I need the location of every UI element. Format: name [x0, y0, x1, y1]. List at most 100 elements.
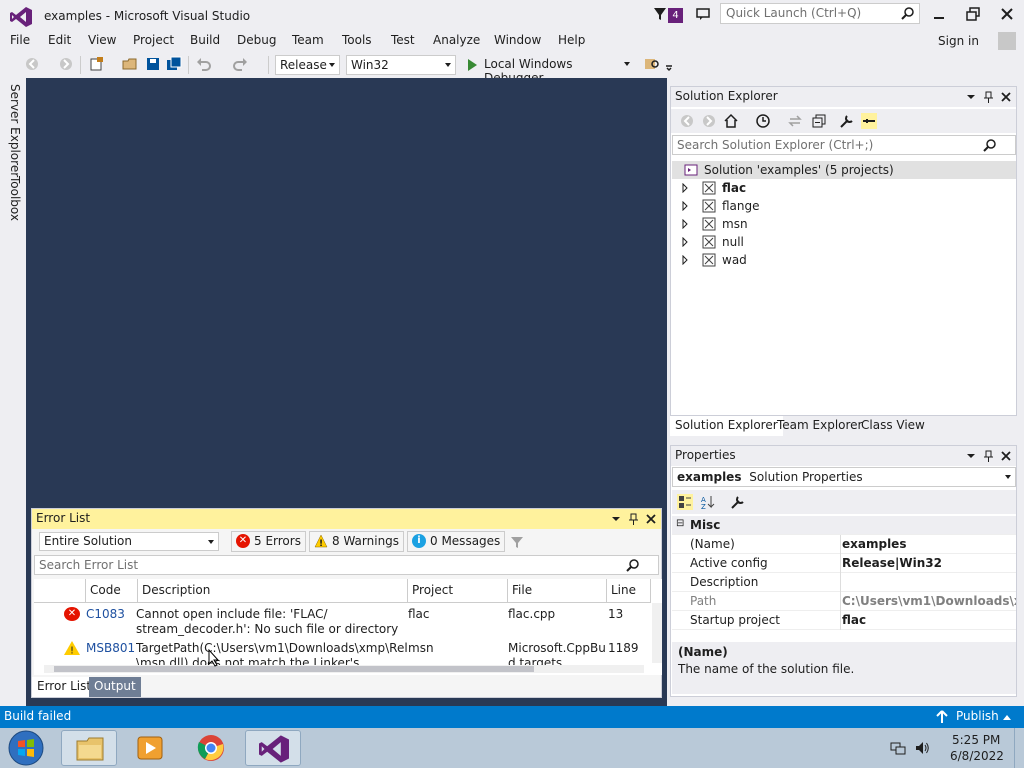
property-value[interactable]: flac — [842, 613, 1016, 627]
sign-in-link[interactable]: Sign in — [938, 34, 979, 48]
tab-error-list[interactable]: Error List — [32, 677, 97, 697]
tab-solution-explorer[interactable]: Solution Explorer — [670, 416, 783, 436]
menu-test[interactable]: Test — [391, 33, 415, 47]
redo-icon[interactable] — [232, 56, 248, 72]
open-file-icon[interactable] — [122, 56, 138, 72]
chevron-up-icon[interactable] — [1002, 713, 1012, 721]
arrow-up-icon[interactable] — [936, 710, 948, 724]
close-icon[interactable] — [998, 5, 1016, 23]
toolbox-tab[interactable]: Toolbox — [8, 176, 22, 221]
tree-item-solution[interactable]: Solution 'examples' (5 projects) — [672, 161, 1016, 179]
server-explorer-tab[interactable]: Server Explorer — [8, 84, 22, 177]
collapse-icon[interactable]: ⊟ — [676, 518, 684, 529]
menu-edit[interactable]: Edit — [48, 33, 71, 47]
property-value[interactable]: examples — [842, 537, 1016, 551]
collapse-all-icon[interactable] — [811, 113, 827, 129]
property-category[interactable]: ⊟ Misc — [672, 516, 1016, 535]
close-icon[interactable] — [999, 90, 1013, 104]
navigate-forward-icon[interactable] — [58, 56, 74, 72]
warning-code-link[interactable]: MSB8012 — [86, 641, 136, 656]
menu-view[interactable]: View — [88, 33, 116, 47]
undo-icon[interactable] — [196, 56, 212, 72]
horizontal-scrollbar[interactable] — [44, 665, 644, 673]
error-scope-select[interactable]: Entire Solution — [39, 532, 219, 551]
minimize-icon[interactable] — [930, 5, 948, 23]
tab-output[interactable]: Output — [89, 677, 141, 697]
menu-project[interactable]: Project — [133, 33, 174, 47]
column-header-line[interactable]: Line — [607, 579, 651, 603]
error-list-search-input[interactable]: Search Error List — [34, 555, 659, 575]
column-header-description[interactable]: Description — [138, 579, 408, 603]
taskbar-time[interactable]: 5:25 PM — [952, 733, 1000, 747]
scrollbar-thumb[interactable] — [54, 666, 534, 672]
column-header-project[interactable]: Project — [408, 579, 508, 603]
window-position-icon[interactable] — [609, 512, 623, 526]
tab-team-explorer[interactable]: Team Explorer — [772, 416, 868, 436]
restore-icon[interactable] — [964, 5, 982, 23]
notification-flag-icon[interactable] — [652, 6, 668, 22]
chrome-taskbar-button[interactable] — [183, 730, 239, 766]
new-project-icon[interactable] — [88, 56, 104, 72]
volume-icon[interactable] — [914, 740, 930, 756]
save-icon[interactable] — [145, 56, 161, 72]
window-position-icon[interactable] — [964, 90, 978, 104]
menu-debug[interactable]: Debug — [237, 33, 276, 47]
error-code-link[interactable]: C1083 — [86, 607, 136, 622]
tree-item-project[interactable]: wad — [672, 251, 1016, 269]
sync-icon[interactable] — [787, 113, 803, 129]
menu-build[interactable]: Build — [190, 33, 220, 47]
menu-window[interactable]: Window — [494, 33, 541, 47]
column-header-severity[interactable] — [34, 579, 86, 603]
solution-configuration-select[interactable]: Release — [275, 55, 340, 75]
error-list-header[interactable]: Error List — [32, 509, 661, 529]
menu-tools[interactable]: Tools — [342, 33, 372, 47]
solution-platform-select[interactable]: Win32 — [346, 55, 456, 75]
menu-file[interactable]: File — [10, 33, 30, 47]
toolbar-overflow-icon[interactable] — [664, 56, 680, 72]
properties-object-select[interactable]: examples Solution Properties — [672, 467, 1016, 487]
close-icon[interactable] — [999, 449, 1013, 463]
visual-studio-taskbar-button[interactable] — [245, 730, 301, 766]
quick-launch-input[interactable]: Quick Launch (Ctrl+Q) — [720, 3, 920, 24]
feedback-icon[interactable] — [695, 6, 711, 22]
pin-icon[interactable] — [627, 512, 641, 526]
categorized-icon[interactable] — [677, 494, 693, 510]
menu-help[interactable]: Help — [558, 33, 585, 47]
property-row[interactable]: Startup project flac — [672, 611, 1016, 630]
column-splitter[interactable] — [840, 535, 841, 630]
property-row[interactable]: Active config Release|Win32 — [672, 554, 1016, 573]
back-icon[interactable] — [679, 113, 695, 129]
expand-arrow-icon[interactable] — [682, 183, 688, 193]
expand-arrow-icon[interactable] — [682, 237, 688, 247]
notification-count-badge[interactable]: 4 — [668, 8, 683, 23]
tree-item-project[interactable]: flac — [672, 179, 1016, 197]
properties-header[interactable]: Properties — [671, 446, 1016, 466]
window-position-icon[interactable] — [964, 449, 978, 463]
solution-explorer-header[interactable]: Solution Explorer — [671, 87, 1016, 107]
property-row[interactable]: Path C:\Users\vm1\Downloads\xmp\ — [672, 592, 1016, 611]
expand-arrow-icon[interactable] — [682, 219, 688, 229]
tree-item-project[interactable]: flange — [672, 197, 1016, 215]
warnings-filter-button[interactable]: ! 8 Warnings — [309, 531, 405, 552]
tree-item-project[interactable]: null — [672, 233, 1016, 251]
column-header-code[interactable]: Code — [86, 579, 138, 603]
windows-start-icon[interactable] — [6, 730, 46, 766]
forward-icon[interactable] — [701, 113, 717, 129]
properties-wrench-icon[interactable] — [839, 113, 855, 129]
pin-icon[interactable] — [982, 90, 996, 104]
property-row[interactable]: Description — [672, 573, 1016, 592]
close-icon[interactable] — [644, 512, 658, 526]
tab-class-view[interactable]: Class View — [856, 416, 930, 436]
property-value[interactable]: Release|Win32 — [842, 556, 1016, 570]
file-explorer-taskbar-button[interactable] — [61, 730, 117, 766]
tree-item-project[interactable]: msn — [672, 215, 1016, 233]
find-in-files-icon[interactable] — [644, 56, 660, 72]
alphabetical-icon[interactable]: AZ — [700, 494, 716, 510]
property-pages-wrench-icon[interactable] — [730, 494, 746, 510]
pending-changes-filter-icon[interactable] — [755, 113, 771, 129]
menu-analyze[interactable]: Analyze — [433, 33, 480, 47]
solution-explorer-search-input[interactable]: Search Solution Explorer (Ctrl+;) — [672, 135, 1016, 155]
messages-filter-button[interactable]: i 0 Messages — [407, 531, 506, 552]
media-player-taskbar-button[interactable] — [122, 730, 178, 766]
property-row[interactable]: (Name) examples — [672, 535, 1016, 554]
